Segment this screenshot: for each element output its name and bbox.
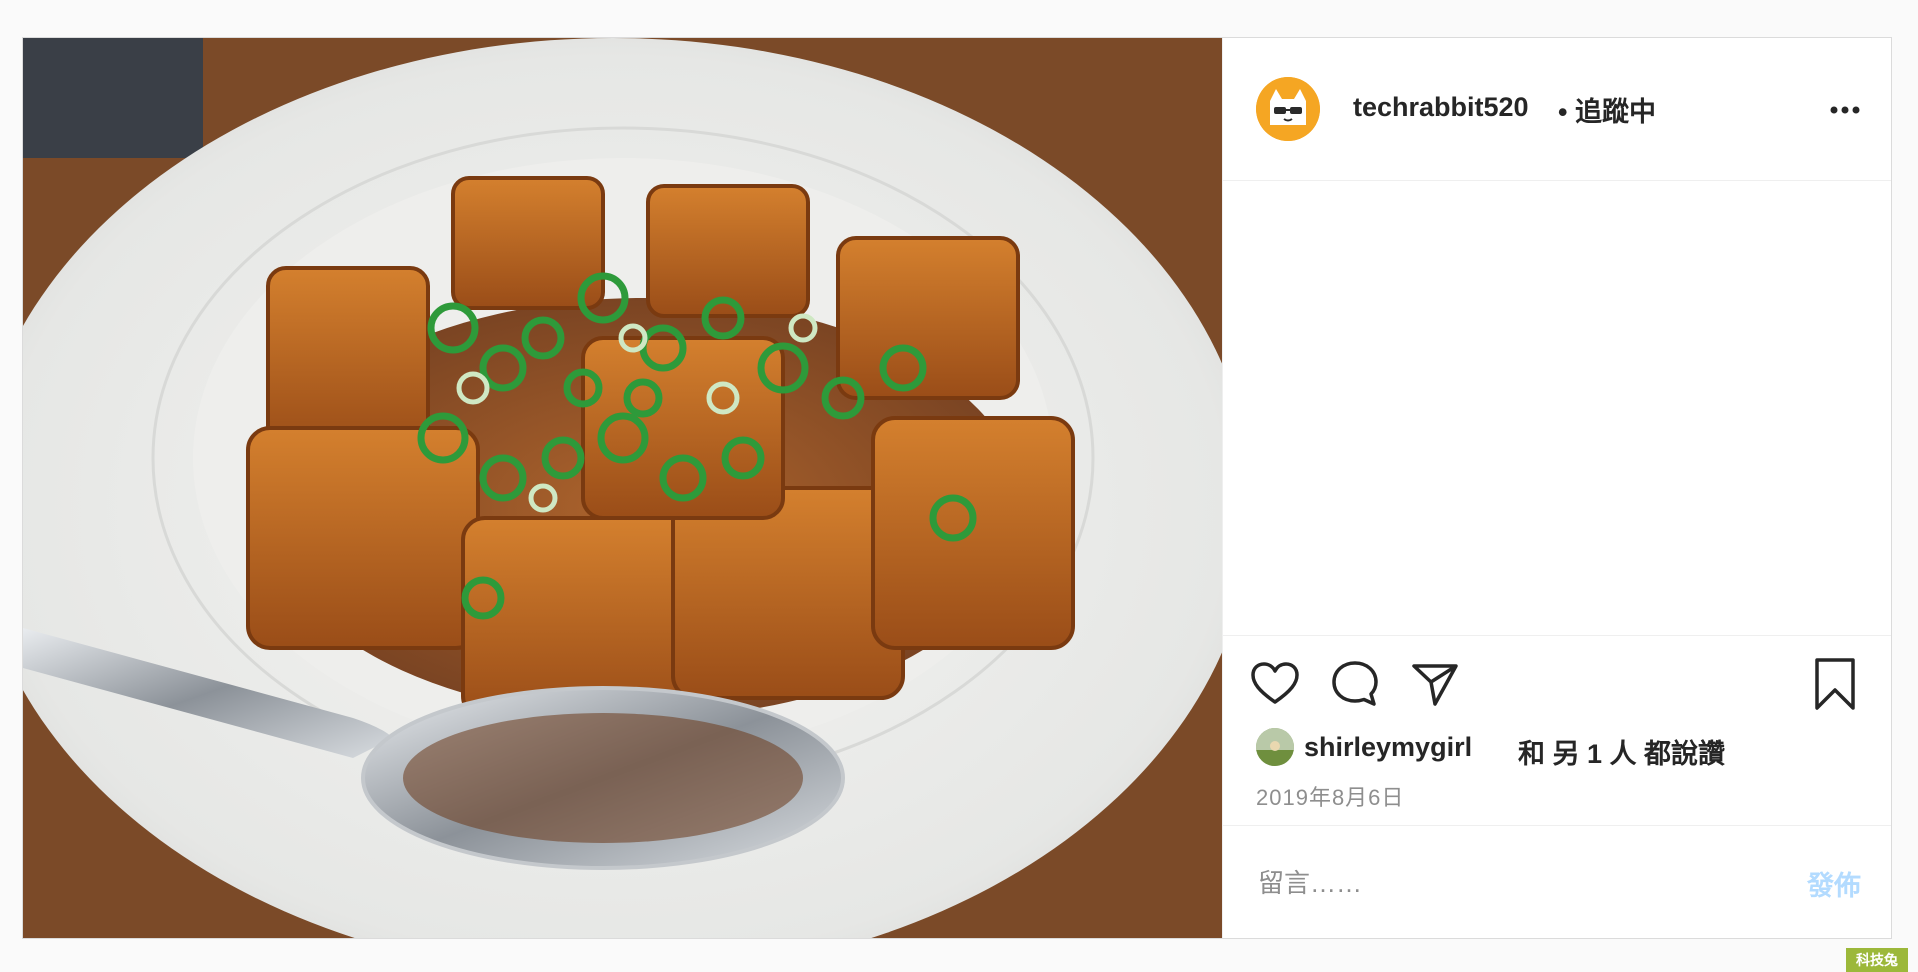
cat-avatar-icon: [1256, 77, 1320, 141]
post-comment-button[interactable]: 發佈: [1807, 864, 1861, 903]
heart-icon[interactable]: [1249, 658, 1301, 710]
likes-summary: shirleymygirl 和 另 1 人 都說讚: [1256, 726, 1876, 771]
post-photo[interactable]: [23, 38, 1222, 938]
watermark-logo: 科技兔: [1846, 948, 1908, 972]
comment-bar: 發佈: [1223, 825, 1891, 938]
post-username[interactable]: techrabbit520: [1353, 92, 1529, 123]
landscape-avatar-icon: [1256, 728, 1294, 766]
user-avatar[interactable]: [1256, 77, 1320, 141]
following-status[interactable]: • 追蹤中: [1558, 90, 1656, 129]
action-bar: [1223, 635, 1891, 715]
bookmark-icon[interactable]: [1809, 658, 1861, 710]
share-icon[interactable]: [1409, 658, 1461, 710]
post-header: techrabbit520 • 追蹤中: [1223, 38, 1891, 181]
comment-input[interactable]: [1256, 862, 1760, 904]
post-date: 2019年8月6日: [1256, 785, 1405, 810]
instagram-post: techrabbit520 • 追蹤中 shirleymygirl 和 另 1 …: [22, 37, 1892, 939]
comment-icon[interactable]: [1329, 658, 1381, 710]
likes-count-text[interactable]: 和 另 1 人 都說讚: [1518, 732, 1725, 771]
liker-avatar[interactable]: [1256, 728, 1294, 766]
post-sidebar: techrabbit520 • 追蹤中 shirleymygirl 和 另 1 …: [1222, 38, 1891, 938]
more-options-icon[interactable]: [1829, 104, 1861, 116]
liker-username[interactable]: shirleymygirl: [1304, 732, 1472, 763]
